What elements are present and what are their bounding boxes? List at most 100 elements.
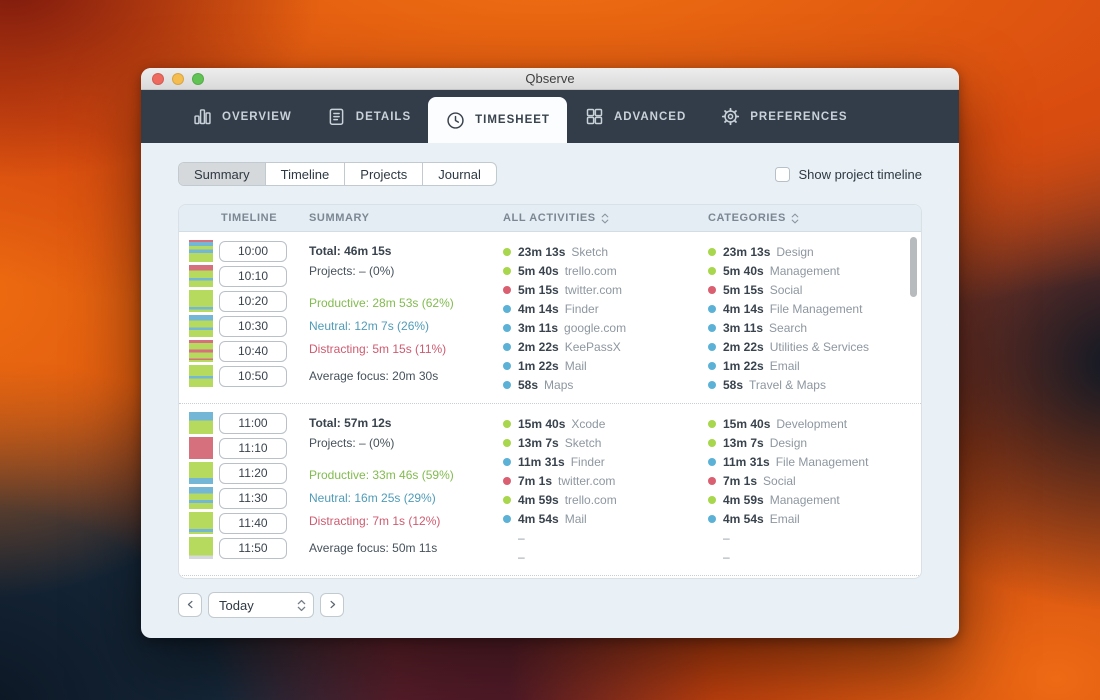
timeline-swatch bbox=[189, 437, 213, 459]
chevron-left-icon bbox=[185, 598, 196, 613]
time-slot-button[interactable]: 10:30 bbox=[219, 316, 287, 337]
item-name: google.com bbox=[564, 321, 626, 335]
time-slot-button[interactable]: 11:30 bbox=[219, 488, 287, 509]
item-name: Social bbox=[763, 474, 796, 488]
activities-column: 15m 40sXcode13m 7sSketch11m 31sFinder7m … bbox=[503, 412, 708, 566]
duration-value: 4m 59s bbox=[518, 493, 559, 507]
window-title: Qbserve bbox=[525, 71, 574, 86]
time-slot: 11:10 bbox=[189, 437, 309, 459]
duration-value: 5m 40s bbox=[518, 264, 559, 278]
item-name: Travel & Maps bbox=[749, 378, 826, 392]
tab-preferences[interactable]: PREFERENCES bbox=[703, 90, 864, 143]
list-item: 3m 11sgoogle.com bbox=[503, 318, 708, 337]
time-slot-button[interactable]: 11:00 bbox=[219, 413, 287, 434]
tab-advanced[interactable]: ADVANCED bbox=[567, 90, 703, 143]
timeline-swatch bbox=[189, 512, 213, 534]
time-slot-button[interactable]: 10:00 bbox=[219, 241, 287, 262]
summary-distracting: Distracting: 7m 1s (12%) bbox=[309, 510, 503, 533]
tab-timesheet[interactable]: TIMESHEET bbox=[428, 97, 567, 143]
item-name: Design bbox=[776, 245, 813, 259]
item-name: Email bbox=[770, 512, 800, 526]
timeline-swatch bbox=[189, 265, 213, 287]
category-dot-icon bbox=[503, 362, 511, 370]
prev-period-button[interactable] bbox=[178, 593, 202, 617]
main-tabbar: OVERVIEWDETAILSTIMESHEETADVANCED PREFEREN… bbox=[141, 90, 959, 143]
list-item: 1m 22sEmail bbox=[708, 356, 921, 375]
timeline-swatch bbox=[189, 487, 213, 509]
list-item: 4m 14sFile Management bbox=[708, 299, 921, 318]
duration-value: 11m 31s bbox=[723, 455, 770, 469]
item-name: Finder bbox=[565, 302, 599, 316]
time-slot-button[interactable]: 11:10 bbox=[219, 438, 287, 459]
clipboard-icon bbox=[326, 106, 347, 127]
column-header-label: SUMMARY bbox=[309, 212, 370, 224]
category-dot-icon bbox=[708, 362, 716, 370]
summary-neutral: Neutral: 16m 25s (29%) bbox=[309, 487, 503, 510]
tab-details[interactable]: DETAILS bbox=[309, 90, 428, 143]
column-header-summary: SUMMARY bbox=[309, 212, 503, 224]
time-slot: 11:30 bbox=[189, 487, 309, 509]
item-name: Email bbox=[770, 359, 800, 373]
content-area: SummaryTimelineProjectsJournal Show proj… bbox=[141, 143, 959, 618]
category-dot-icon bbox=[708, 477, 716, 485]
chevron-right-icon bbox=[327, 598, 338, 613]
time-slot-button[interactable]: 11:50 bbox=[219, 538, 287, 559]
time-slot-button[interactable]: 11:20 bbox=[219, 463, 287, 484]
duration-value: 7m 1s bbox=[723, 474, 757, 488]
list-item: 11m 31sFinder bbox=[503, 452, 708, 471]
duration-value: 1m 22s bbox=[518, 359, 559, 373]
up-down-chevrons-icon bbox=[791, 212, 799, 225]
show-project-timeline-toggle[interactable]: Show project timeline bbox=[775, 167, 922, 182]
checkbox-icon[interactable] bbox=[775, 167, 790, 182]
duration-value: 4m 54s bbox=[518, 512, 559, 526]
close-button[interactable] bbox=[152, 73, 164, 85]
time-slot: 10:40 bbox=[189, 340, 309, 362]
summary-focus: Average focus: 20m 30s bbox=[309, 369, 503, 383]
list-item: 11m 31sFile Management bbox=[708, 452, 921, 471]
category-dot-icon bbox=[708, 439, 716, 447]
category-dot-icon bbox=[503, 439, 511, 447]
category-dot-icon bbox=[708, 248, 716, 256]
time-slot: 11:50 bbox=[189, 537, 309, 559]
duration-value: 3m 11s bbox=[723, 321, 763, 335]
item-name: twitter.com bbox=[565, 283, 622, 297]
list-item: 1m 22sMail bbox=[503, 356, 708, 375]
duration-value: 58s bbox=[723, 378, 743, 392]
list-item: 4m 14sFinder bbox=[503, 299, 708, 318]
vertical-scrollbar[interactable] bbox=[910, 237, 917, 297]
item-name: Maps bbox=[544, 378, 573, 392]
subtab-summary[interactable]: Summary bbox=[179, 163, 266, 185]
time-slot-button[interactable]: 10:50 bbox=[219, 366, 287, 387]
minimize-button[interactable] bbox=[172, 73, 184, 85]
duration-value: 15m 40s bbox=[723, 417, 770, 431]
tab-preferences-label: PREFERENCES bbox=[750, 111, 847, 123]
time-slot-button[interactable]: 10:20 bbox=[219, 291, 287, 312]
period-select[interactable]: Today bbox=[208, 592, 314, 618]
column-header-categories[interactable]: CATEGORIES bbox=[708, 212, 921, 225]
activities-column: 23m 13sSketch5m 40strello.com5m 15stwitt… bbox=[503, 240, 708, 394]
traffic-lights bbox=[152, 68, 204, 89]
item-name: File Management bbox=[770, 302, 863, 316]
column-header-label: ALL ACTIVITIES bbox=[503, 212, 596, 224]
subtab-projects[interactable]: Projects bbox=[345, 163, 423, 185]
tab-overview[interactable]: OVERVIEW bbox=[175, 90, 309, 143]
time-slot-button[interactable]: 11:40 bbox=[219, 513, 287, 534]
column-header-all-activities[interactable]: ALL ACTIVITIES bbox=[503, 212, 708, 225]
item-name: Sketch bbox=[571, 245, 608, 259]
timeline-swatch bbox=[189, 240, 213, 262]
empty-dash: – bbox=[723, 550, 730, 564]
time-slot-button[interactable]: 10:40 bbox=[219, 341, 287, 362]
duration-value: 4m 59s bbox=[723, 493, 764, 507]
category-dot-icon bbox=[708, 343, 716, 351]
empty-dash: – bbox=[518, 550, 525, 564]
summary-productive: Productive: 28m 53s (62%) bbox=[309, 292, 503, 315]
list-item: 15m 40sDevelopment bbox=[708, 414, 921, 433]
subtab-journal[interactable]: Journal bbox=[423, 163, 496, 185]
subtab-timeline[interactable]: Timeline bbox=[266, 163, 346, 185]
item-name: KeePassX bbox=[565, 340, 621, 354]
zoom-button[interactable] bbox=[192, 73, 204, 85]
category-dot-icon bbox=[503, 515, 511, 523]
next-period-button[interactable] bbox=[320, 593, 344, 617]
time-slot-button[interactable]: 10:10 bbox=[219, 266, 287, 287]
clock-icon bbox=[445, 110, 466, 131]
